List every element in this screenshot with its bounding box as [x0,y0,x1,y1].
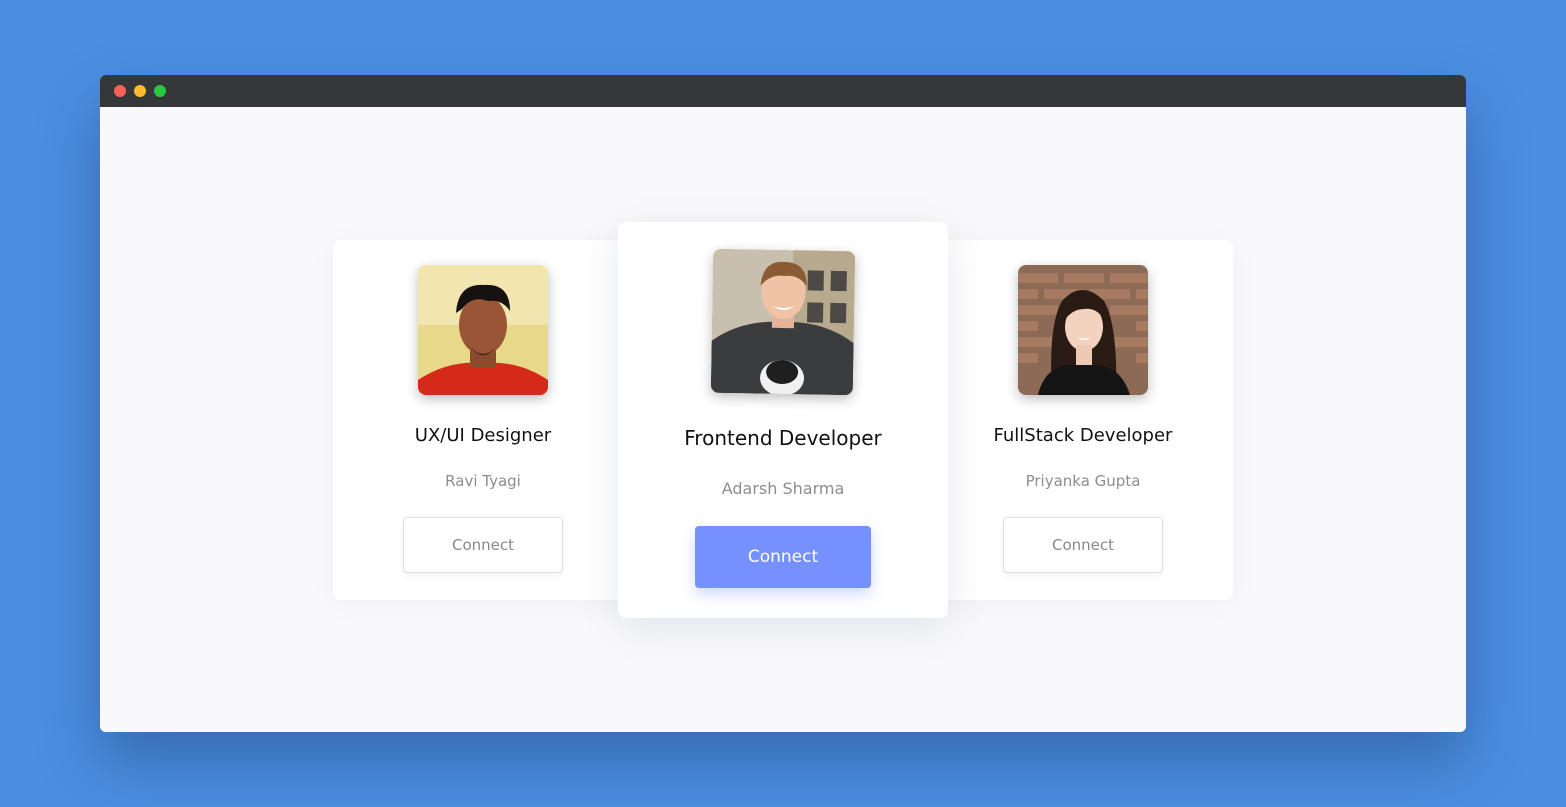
connect-button[interactable]: Connect [1003,517,1163,573]
page-content: UX/UI Designer Ravi Tyagi Connect Fronte… [100,107,1466,732]
card-person-name: Adarsh Sharma [721,479,845,498]
profile-photo-icon [418,265,548,395]
window-titlebar [100,75,1466,107]
avatar [710,248,856,396]
profile-photo-icon [1018,265,1148,395]
avatar [418,265,548,395]
browser-window: UX/UI Designer Ravi Tyagi Connect Fronte… [100,75,1466,732]
avatar [1018,265,1148,395]
minimize-window-button[interactable] [134,85,146,97]
card-role-title: FullStack Developer [993,425,1173,446]
connect-button[interactable]: Connect [403,517,563,573]
card-role-title: Frontend Developer [684,426,882,450]
connect-button[interactable]: Connect [695,526,871,588]
close-window-button[interactable] [114,85,126,97]
card-person-name: Ravi Tyagi [445,472,521,490]
profile-card-ux-ui-designer: UX/UI Designer Ravi Tyagi Connect [333,240,633,600]
card-role-title: UX/UI Designer [414,425,552,446]
profile-card-fullstack-developer: FullStack Developer Priyanka Gupta Conne… [933,240,1233,600]
card-person-name: Priyanka Gupta [1025,472,1141,490]
profile-card-frontend-developer: Frontend Developer Adarsh Sharma Connect [618,222,948,618]
maximize-window-button[interactable] [154,85,166,97]
profile-photo-icon [710,248,856,396]
